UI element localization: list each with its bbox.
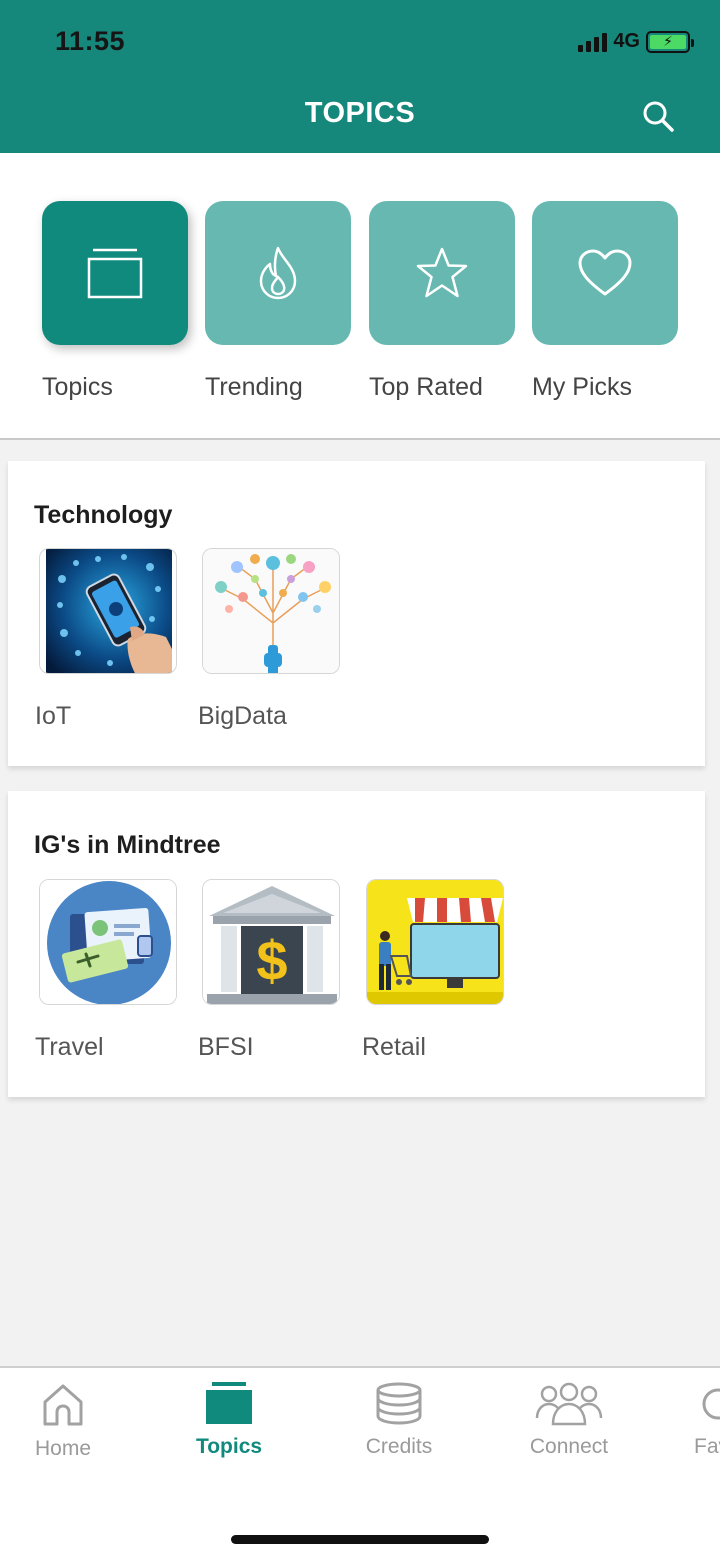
topic-name: BFSI: [198, 1033, 254, 1061]
search-button[interactable]: [640, 98, 676, 134]
status-time: 11:55: [55, 26, 126, 56]
bottom-nav: Home Topics Credits Connect Fa: [0, 1366, 720, 1558]
nav-label: Home: [34, 1437, 92, 1460]
topic-bfsi[interactable]: $ BFSI: [198, 879, 340, 1061]
favorites-icon: [702, 1388, 720, 1420]
svg-text:$: $: [256, 929, 287, 992]
topics-icon: [206, 1382, 252, 1424]
nav-label: Topics: [195, 1435, 263, 1458]
tab-top-rated[interactable]: Top Rated: [369, 201, 515, 402]
nav-label: Credits: [365, 1435, 433, 1458]
nav-label: Connect: [529, 1435, 609, 1458]
page-title: TOPICS: [304, 97, 416, 129]
nav-label: Fav: [694, 1435, 720, 1458]
section-title: IG's in Mindtree: [34, 831, 221, 859]
topic-travel[interactable]: Travel: [35, 879, 177, 1061]
category-tabs: Topics Trending Top Rated My Picks: [0, 153, 720, 440]
topic-bigdata[interactable]: BigData: [198, 548, 340, 730]
flame-icon: [259, 246, 297, 300]
topic-name: BigData: [198, 702, 287, 730]
tab-trending[interactable]: Trending: [205, 201, 351, 402]
topic-iot[interactable]: IoT: [35, 548, 177, 730]
retail-thumbnail: [366, 879, 504, 1005]
nav-favorites[interactable]: Fav: [684, 1382, 720, 1459]
home-indicator: [231, 1535, 489, 1544]
section-card-igs-in-mindtree: IG's in Mindtree Travel $ BFSI Retail: [8, 791, 705, 1097]
home-icon: [43, 1384, 83, 1426]
tab-label: Top Rated: [369, 373, 483, 401]
nav-credits[interactable]: Credits: [339, 1382, 459, 1459]
topic-name: IoT: [35, 702, 72, 730]
folder-icon: [87, 248, 143, 299]
tab-my-picks[interactable]: My Picks: [532, 201, 678, 402]
topic-name: Travel: [35, 1033, 104, 1061]
network-type: 4G: [613, 30, 640, 52]
nav-home[interactable]: Home: [3, 1382, 123, 1461]
bigdata-thumbnail: [202, 548, 340, 674]
star-icon: [416, 247, 468, 298]
tab-label: Topics: [42, 373, 113, 401]
coins-stack-icon: [376, 1382, 422, 1425]
people-icon: [535, 1382, 603, 1426]
tab-label: My Picks: [532, 373, 632, 401]
tab-label: Trending: [205, 373, 303, 401]
heart-icon: [578, 249, 632, 296]
signal-icon: [578, 32, 608, 52]
search-icon: [643, 101, 674, 132]
bfsi-thumbnail: $: [202, 879, 340, 1005]
iot-thumbnail: [39, 548, 177, 674]
battery-icon: ⚡: [646, 30, 694, 53]
travel-thumbnail: [39, 879, 177, 1005]
nav-connect[interactable]: Connect: [509, 1382, 629, 1459]
topic-name: Retail: [362, 1033, 426, 1061]
app-header: 11:55 4G ⚡ TOPICS: [0, 0, 720, 153]
tab-topics[interactable]: Topics: [42, 201, 188, 402]
status-indicators: 4G ⚡: [578, 30, 694, 53]
section-title: Technology: [34, 501, 173, 529]
nav-topics[interactable]: Topics: [169, 1382, 289, 1459]
section-card-technology: Technology IoT BigData: [8, 461, 705, 766]
topic-retail[interactable]: Retail: [362, 879, 504, 1061]
